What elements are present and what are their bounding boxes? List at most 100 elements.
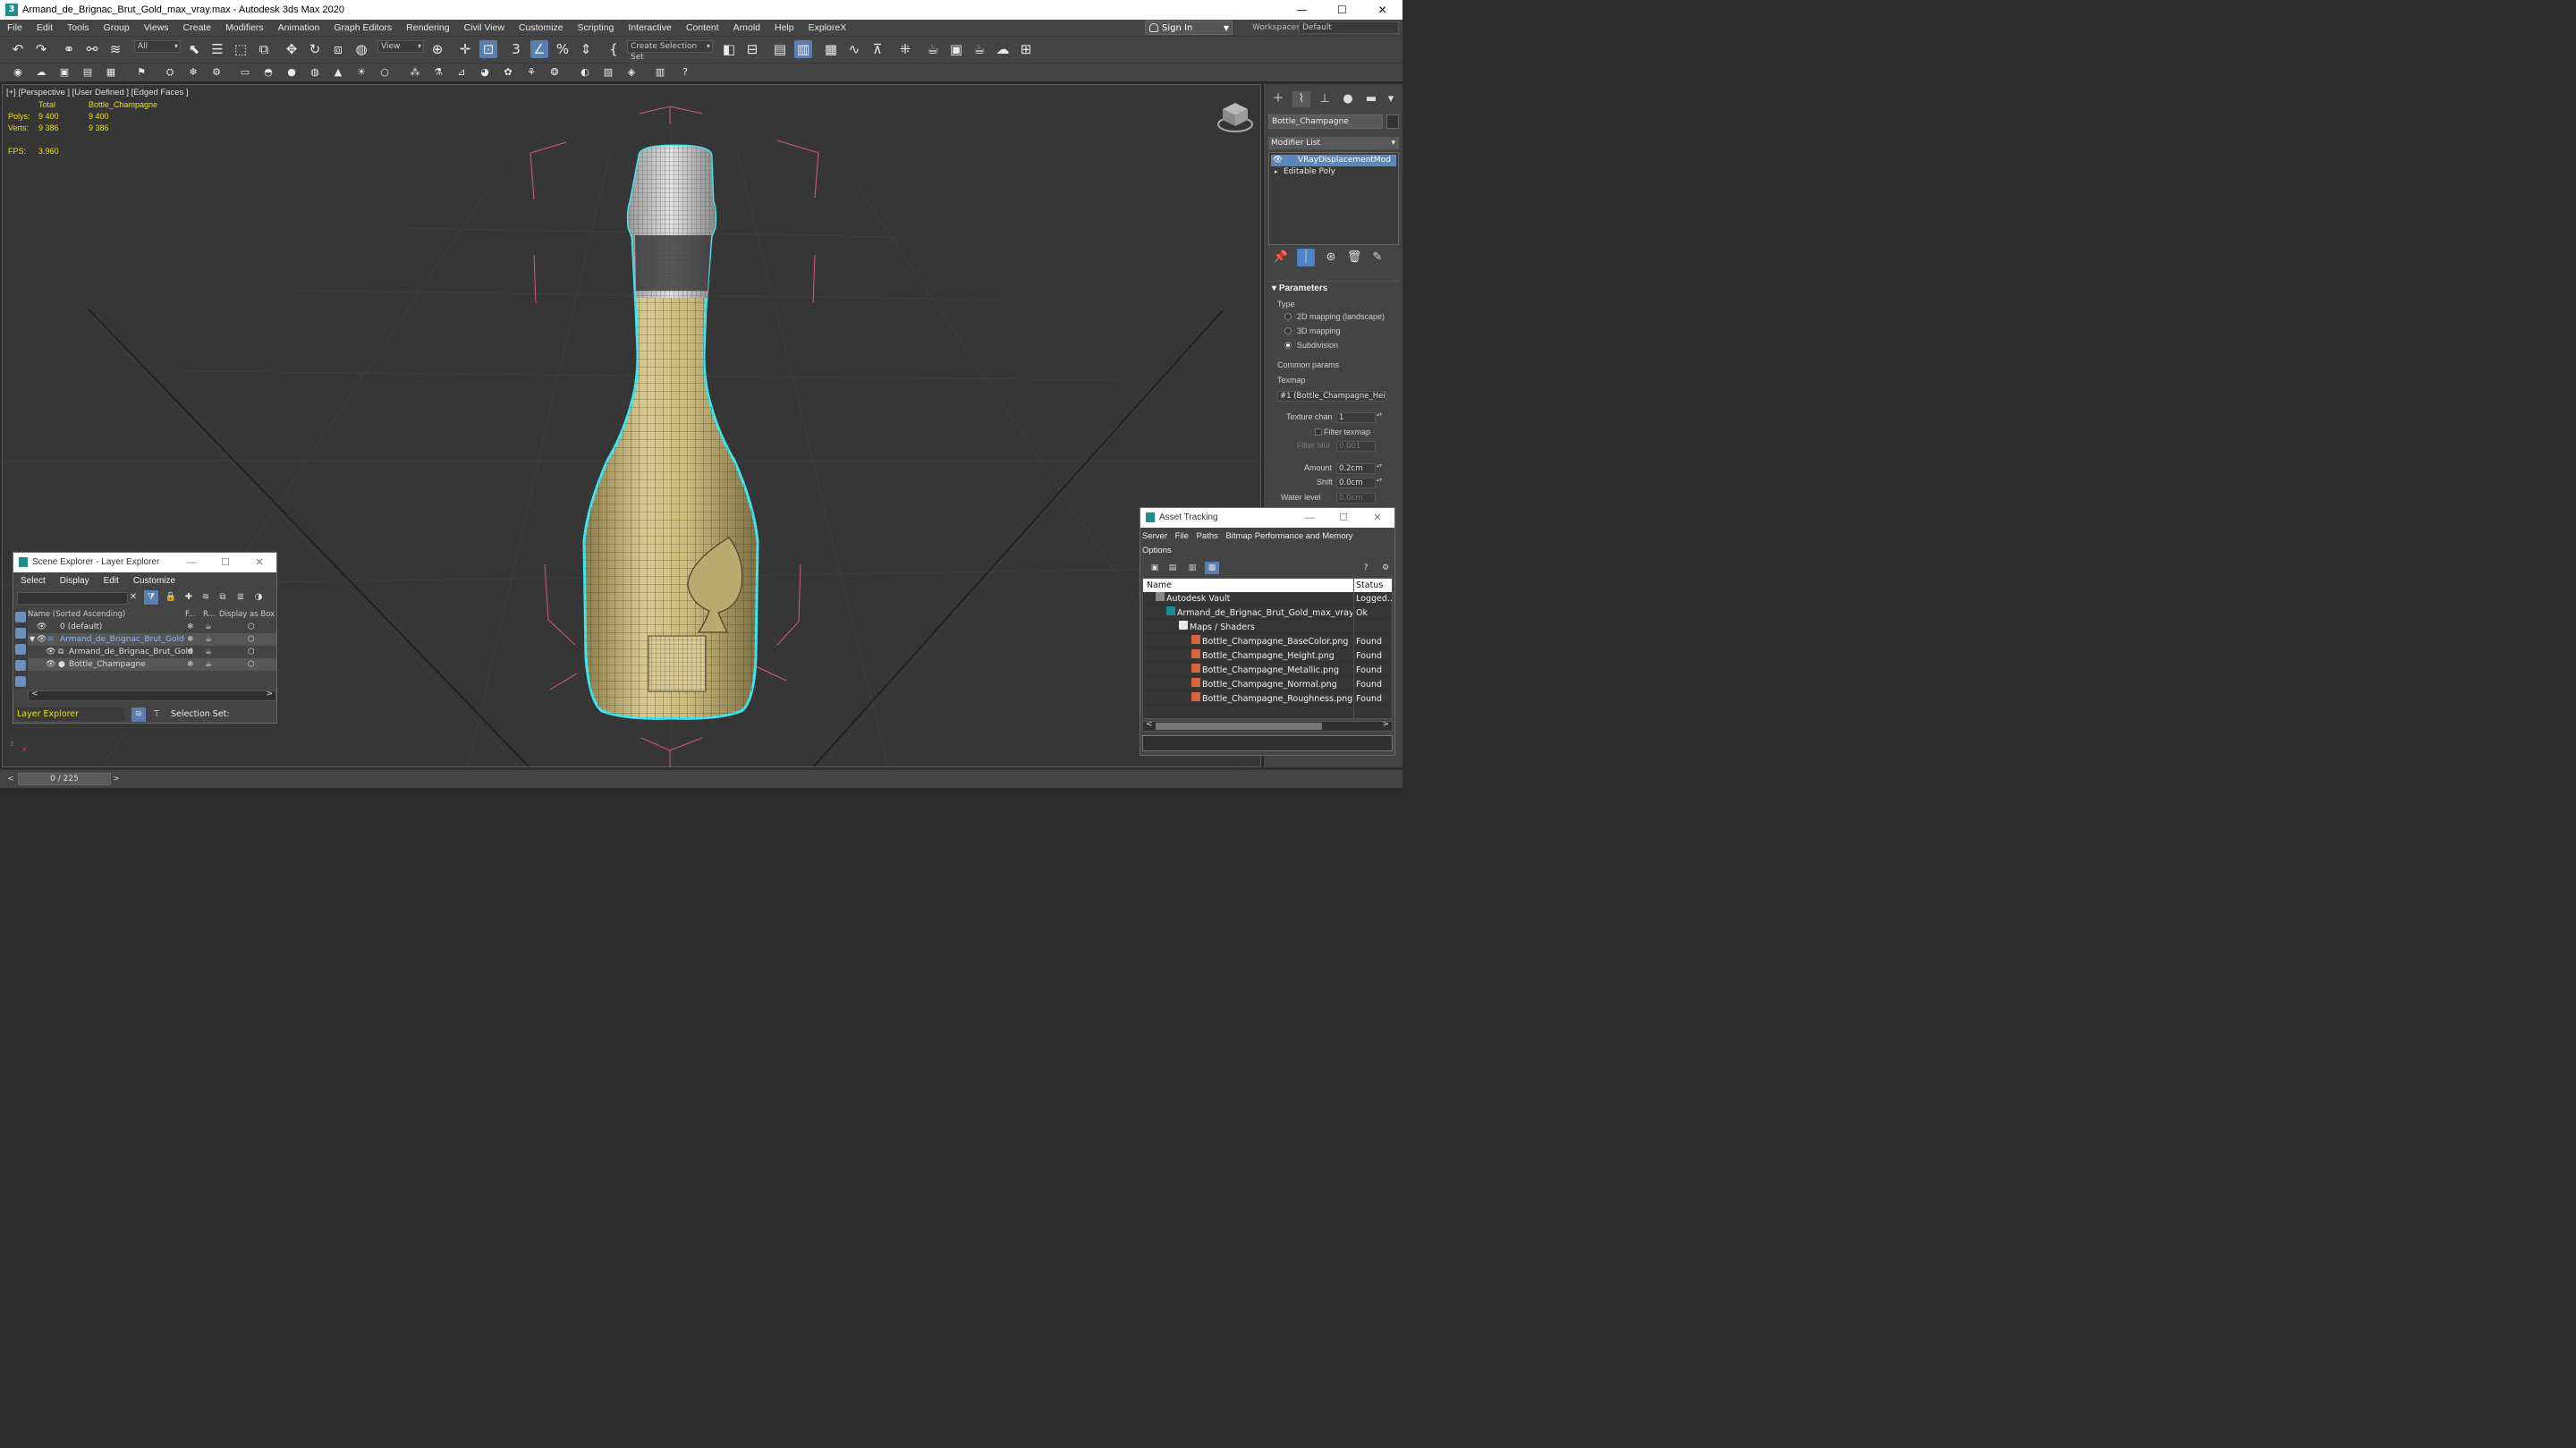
scroll-right-icon[interactable]: > (1382, 720, 1389, 729)
edit-named-selection-icon[interactable]: { (605, 40, 623, 58)
table-view-icon[interactable]: ▦ (1205, 562, 1219, 574)
texmap-button[interactable]: #1 (Bottle_Champagne_Height (1277, 391, 1386, 402)
vray-light-lister-icon[interactable]: ⚑ (134, 65, 148, 80)
asset-row[interactable]: Bottle_Champagne_Normal.png Found (1143, 678, 1392, 691)
eye-icon[interactable]: 👁 (37, 621, 47, 633)
viewport-label-menu[interactable]: [+] [Perspective ] [User Defined ] [Edge… (6, 88, 189, 97)
scroll-thumb[interactable] (1156, 723, 1322, 730)
hierarchy-tab-icon[interactable]: ⊥ (1316, 91, 1334, 107)
sign-in-button[interactable]: Sign In ▼ (1145, 21, 1233, 35)
scene-explorer-search-input[interactable] (17, 592, 128, 605)
collapse-arrow-icon[interactable]: ▼ (30, 633, 35, 646)
asset-row[interactable]: Bottle_Champagne_Metallic.png Found (1143, 664, 1392, 677)
column-status[interactable]: Status (1356, 579, 1383, 592)
remove-modifier-icon[interactable]: 🗑 (1345, 249, 1363, 267)
minimize-button[interactable]: — (1282, 0, 1322, 20)
spinner-snap-icon[interactable]: ⇕ (577, 40, 595, 58)
vray-log-icon[interactable]: ▤ (80, 65, 95, 80)
menu-create[interactable]: Create (176, 20, 219, 36)
display-lights-icon[interactable] (15, 644, 26, 655)
menu-content[interactable]: Content (679, 20, 726, 36)
minimize-button[interactable]: — (174, 553, 208, 572)
menu-views[interactable]: Views (137, 20, 176, 36)
menu-tools[interactable]: Tools (60, 20, 97, 36)
vray-cosmos-icon[interactable]: ◈ (624, 65, 639, 80)
unlink-icon[interactable]: ⚯ (83, 40, 101, 58)
help-icon[interactable]: ? (1359, 562, 1373, 574)
menu-scripting[interactable]: Scripting (571, 20, 622, 36)
link-icon[interactable]: ⚭ (60, 40, 78, 58)
render-in-cloud-icon[interactable]: ☁ (994, 40, 1012, 58)
vray-settings-icon[interactable]: ▦ (104, 65, 118, 80)
scene-explorer-title-bar[interactable]: Scene Explorer - Layer Explorer — ☐ ✕ (13, 553, 276, 572)
object-color-swatch[interactable] (1386, 114, 1399, 129)
column-renderable[interactable]: R... (203, 608, 216, 621)
toggle-scene-explorer-icon[interactable]: ▤ (771, 40, 789, 58)
toggle-layer-explorer-icon[interactable]: ▥ (794, 40, 812, 58)
column-freeze[interactable]: F... (185, 608, 196, 621)
box-icon[interactable]: ⬡ (248, 633, 255, 646)
render-teapot-icon[interactable]: ☕ (205, 633, 212, 646)
time-slider[interactable]: 0 / 225 (18, 773, 111, 785)
amount-spinner[interactable]: ▴▾ (1377, 463, 1382, 474)
help-icon[interactable]: ? (678, 65, 692, 80)
menu-file[interactable]: File (0, 20, 30, 36)
freeze-icon[interactable]: ❄ (187, 633, 194, 646)
redo-icon[interactable]: ↷ (32, 40, 50, 58)
snaps-toggle-icon[interactable]: 3 (507, 40, 525, 58)
layer-row-bottle[interactable]: 👁 ● Bottle_Champagne ❄ ☕ ⬡ (28, 658, 276, 671)
percent-snap-icon[interactable]: % (554, 40, 572, 58)
create-layer-icon[interactable]: ✚ (182, 590, 196, 605)
filter-texmap-checkbox[interactable] (1315, 428, 1322, 436)
placement-icon[interactable]: ◍ (352, 40, 370, 58)
maximize-button[interactable]: ☐ (1326, 508, 1360, 528)
sort-icon[interactable]: ⊤ (149, 707, 164, 722)
window-crossing-icon[interactable]: ⧉ (255, 40, 273, 58)
schematic-view-icon[interactable]: ⊼ (869, 40, 886, 58)
vray-object-props-icon[interactable]: ⛭ (163, 65, 177, 80)
layer-explorer-icon[interactable]: ≋ (131, 707, 146, 722)
keyboard-shortcut-override-icon[interactable]: ⊡ (479, 40, 497, 58)
settings-icon[interactable]: ⚙ (1378, 562, 1393, 574)
viewcube-icon[interactable] (1216, 99, 1255, 135)
layer-stack-icon[interactable]: ≣ (233, 590, 248, 605)
vray-sphere-light-icon[interactable]: ● (284, 65, 299, 80)
asset-table-hscroll[interactable]: < > (1142, 720, 1393, 732)
mirror-icon[interactable]: ◧ (720, 40, 738, 58)
vray-sphere-icon[interactable]: ◕ (478, 65, 492, 80)
render-production-icon[interactable]: ☕ (970, 40, 988, 58)
render-teapot-icon[interactable]: ☕ (205, 646, 212, 658)
vray-spot-light-icon[interactable]: ▲ (331, 65, 345, 80)
parameters-title[interactable]: ▾ Parameters (1272, 284, 1327, 293)
se-menu-display[interactable]: Display (53, 574, 97, 589)
eye-icon[interactable]: 👁 (1273, 155, 1283, 166)
asset-tracking-title-bar[interactable]: Asset Tracking — ☐ ✕ (1140, 508, 1394, 528)
highlight-selected-icon[interactable]: ◑ (251, 590, 266, 605)
texture-chan-input[interactable]: 1 (1336, 412, 1376, 423)
tree-view-icon[interactable]: ▥ (1185, 562, 1199, 574)
at-menu-options[interactable]: Options (1142, 546, 1172, 555)
time-slider-next[interactable]: > (111, 773, 122, 785)
curve-editor-icon[interactable]: ∿ (845, 40, 863, 58)
freeze-icon[interactable]: ❄ (187, 621, 194, 633)
bind-space-warp-icon[interactable]: ≋ (106, 40, 124, 58)
vray-toolbar-icon[interactable]: ◉ (11, 65, 25, 80)
asset-row[interactable]: Bottle_Champagne_BaseColor.png Found (1143, 635, 1392, 648)
vray-sun-icon[interactable]: ☀ (354, 65, 369, 80)
shift-spinner[interactable]: ▴▾ (1377, 478, 1382, 488)
asset-row[interactable]: Autodesk Vault Logged... (1143, 592, 1392, 605)
at-menu-paths[interactable]: Paths (1197, 531, 1218, 541)
asset-row[interactable]: Maps / Shaders (1143, 621, 1392, 634)
select-manipulate-icon[interactable]: ✛ (456, 40, 474, 58)
box-icon[interactable]: ⬡ (248, 658, 255, 671)
vray-plane-icon[interactable]: ⊿ (454, 65, 469, 80)
expand-arrow-icon[interactable]: ▸ (1275, 166, 1278, 178)
vray-mesh-export-icon[interactable]: ❄ (186, 65, 200, 80)
move-icon[interactable]: ✥ (283, 40, 301, 58)
render-teapot-icon[interactable]: ☕ (205, 621, 212, 633)
undo-icon[interactable]: ↶ (9, 40, 27, 58)
at-menu-file[interactable]: File (1175, 531, 1189, 541)
asset-row[interactable]: Armand_de_Brignac_Brut_Gold_max_vray.max… (1143, 606, 1392, 620)
vray-enmesh-icon[interactable]: ❂ (547, 65, 562, 80)
align-icon[interactable]: ⊟ (743, 40, 761, 58)
